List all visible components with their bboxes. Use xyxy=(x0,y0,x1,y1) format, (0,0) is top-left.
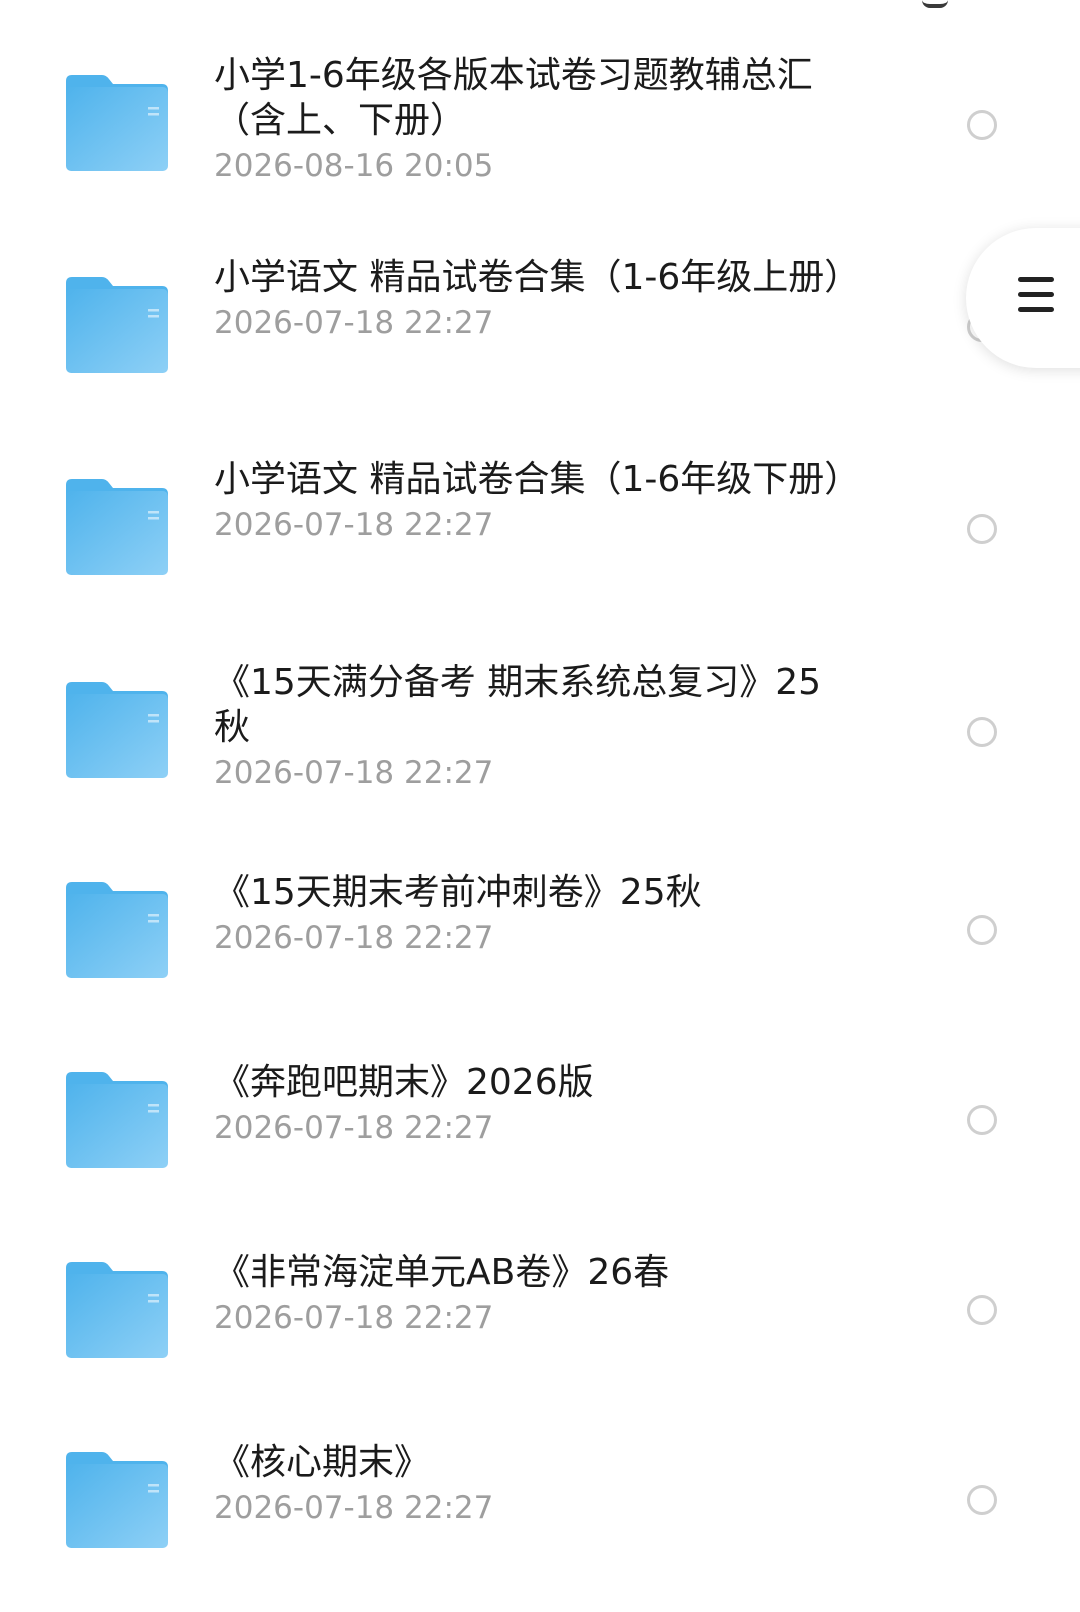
select-radio[interactable] xyxy=(967,514,997,544)
file-name: 《15天满分备考 期末系统总复习》25秋 xyxy=(214,662,822,748)
file-name: 《奔跑吧期末》2026版 xyxy=(214,1062,594,1103)
file-date: 2026-07-18 22:27 xyxy=(214,1110,494,1146)
list-item[interactable]: 《奔跑吧期末》2026版 2026-07-18 22:27 xyxy=(0,1032,1080,1212)
select-radio[interactable] xyxy=(967,1105,997,1135)
select-radio[interactable] xyxy=(967,717,997,747)
folder-icon xyxy=(64,1260,170,1360)
select-radio[interactable] xyxy=(967,1485,997,1515)
folder-icon xyxy=(64,680,170,780)
file-date: 2026-07-18 22:27 xyxy=(214,507,494,543)
select-radio[interactable] xyxy=(967,915,997,945)
file-date: 2026-07-18 22:27 xyxy=(214,755,494,791)
folder-icon xyxy=(64,880,170,980)
file-date: 2026-07-18 22:27 xyxy=(214,1490,494,1526)
folder-icon xyxy=(64,275,170,375)
file-date: 2026-08-16 20:05 xyxy=(214,148,494,184)
select-radio[interactable] xyxy=(967,1295,997,1325)
top-edge-fragment xyxy=(922,0,948,8)
file-name: 小学1-6年级各版本试卷习题教辅总汇（含上、下册） xyxy=(214,55,813,141)
list-item[interactable]: 《非常海淀单元AB卷》26春 2026-07-18 22:27 xyxy=(0,1222,1080,1402)
file-name: 《非常海淀单元AB卷》26春 xyxy=(214,1252,670,1293)
folder-icon xyxy=(64,73,170,173)
file-date: 2026-07-18 22:27 xyxy=(214,1300,494,1336)
list-item[interactable]: 小学语文 精品试卷合集（1-6年级上册） 2026-07-18 22:27 xyxy=(0,235,1080,415)
select-radio[interactable] xyxy=(967,110,997,140)
folder-icon xyxy=(64,1450,170,1550)
list-item[interactable]: 小学语文 精品试卷合集（1-6年级下册） 2026-07-18 22:27 xyxy=(0,437,1080,617)
folder-icon xyxy=(64,477,170,577)
file-name: 《15天期末考前冲刺卷》25秋 xyxy=(214,872,702,913)
list-item[interactable]: 《核心期末》 2026-07-18 22:27 xyxy=(0,1412,1080,1592)
file-name: 小学语文 精品试卷合集（1-6年级下册） xyxy=(214,459,861,500)
list-item[interactable]: 《15天满分备考 期末系统总复习》25秋 2026-07-18 22:27 xyxy=(0,640,1080,820)
file-name: 《核心期末》 xyxy=(214,1442,431,1483)
folder-icon xyxy=(64,1070,170,1170)
file-name: 小学语文 精品试卷合集（1-6年级上册） xyxy=(214,257,861,298)
file-date: 2026-07-18 22:27 xyxy=(214,920,494,956)
file-date: 2026-07-18 22:27 xyxy=(214,305,494,341)
list-item[interactable]: 《15天期末考前冲刺卷》25秋 2026-07-18 22:27 xyxy=(0,842,1080,1022)
list-item[interactable]: 小学1-6年级各版本试卷习题教辅总汇（含上、下册） 2026-08-16 20:… xyxy=(0,33,1080,213)
